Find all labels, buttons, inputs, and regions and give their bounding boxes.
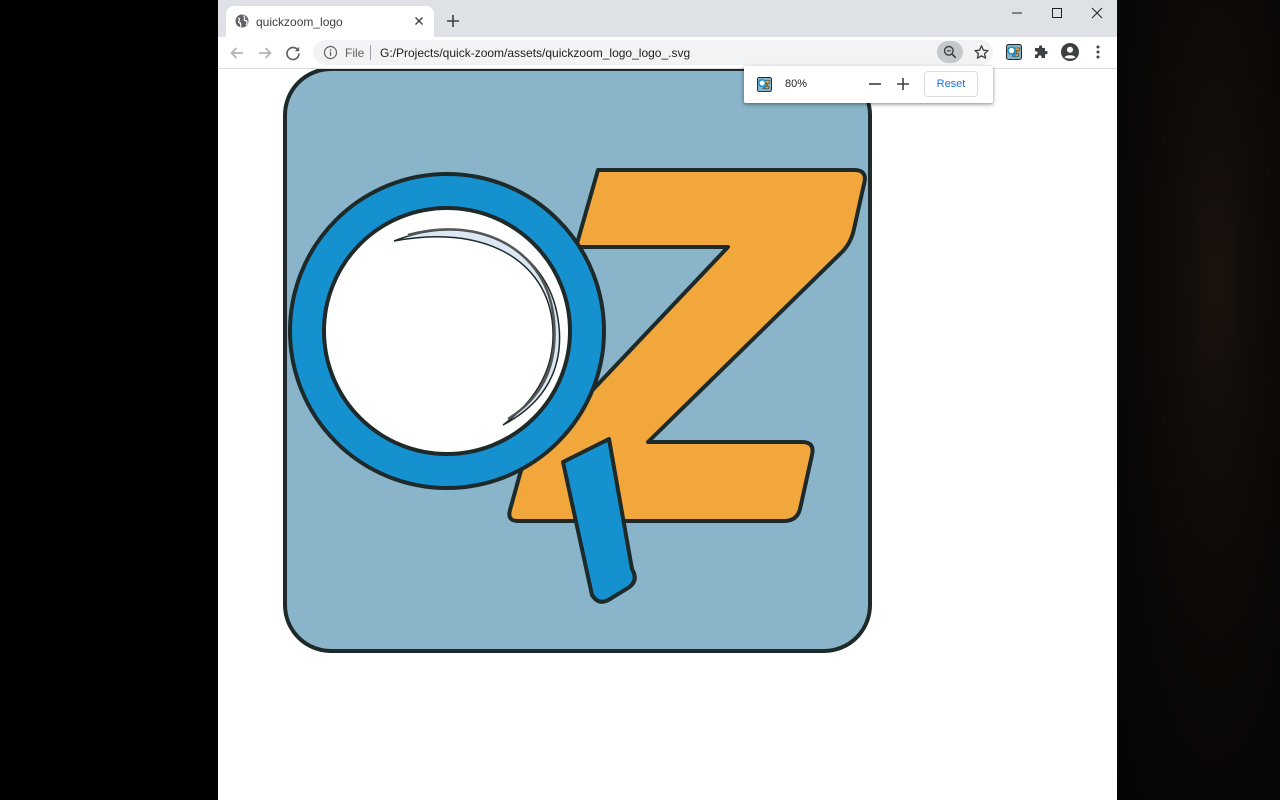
star-icon[interactable] xyxy=(973,44,990,61)
minimize-icon[interactable] xyxy=(1009,5,1025,21)
logo-lens-glass xyxy=(322,206,572,456)
desktop-wallpaper xyxy=(1117,0,1280,800)
url-separator xyxy=(370,45,371,60)
info-icon[interactable] xyxy=(323,45,338,60)
quickzoom-extension-icon xyxy=(757,77,772,92)
plus-icon[interactable] xyxy=(446,14,460,28)
tab-quickzoom-logo[interactable]: quickzoom_logo xyxy=(226,6,434,37)
tab-title: quickzoom_logo xyxy=(256,15,343,29)
maximize-icon[interactable] xyxy=(1049,5,1065,21)
page-content xyxy=(218,69,1117,800)
zoom-popup: 80% Reset xyxy=(744,66,993,103)
quickzoom-logo-image xyxy=(283,69,872,653)
quickzoom-extension-icon[interactable] xyxy=(1006,44,1022,60)
account-icon[interactable] xyxy=(1060,42,1080,62)
window-close-icon[interactable] xyxy=(1089,5,1105,21)
zoom-out-button[interactable] xyxy=(867,76,883,92)
toolbar: File G:/Projects/quick-zoom/assets/quick… xyxy=(218,37,1117,69)
close-icon[interactable] xyxy=(412,14,426,28)
arrow-left-icon[interactable] xyxy=(228,44,246,62)
puzzle-icon[interactable] xyxy=(1033,44,1049,60)
magnifier-icon xyxy=(943,45,957,59)
zoom-level-text: 80% xyxy=(785,78,808,90)
reload-icon[interactable] xyxy=(284,44,302,62)
more-vert-icon[interactable] xyxy=(1092,44,1104,60)
globe-icon xyxy=(235,14,249,28)
zoom-in-button[interactable] xyxy=(895,76,911,92)
browser-window: quickzoom_logo File G:/Projects/quick-zo… xyxy=(218,0,1117,800)
zoom-indicator-button[interactable] xyxy=(937,41,963,63)
zoom-reset-button[interactable]: Reset xyxy=(924,71,978,97)
tab-strip: quickzoom_logo xyxy=(218,0,1117,37)
address-bar[interactable]: File G:/Projects/quick-zoom/assets/quick… xyxy=(313,40,993,65)
url-scheme-label: File xyxy=(345,46,365,60)
arrow-right-icon[interactable] xyxy=(256,44,274,62)
url-text[interactable]: G:/Projects/quick-zoom/assets/quickzoom_… xyxy=(380,46,690,60)
